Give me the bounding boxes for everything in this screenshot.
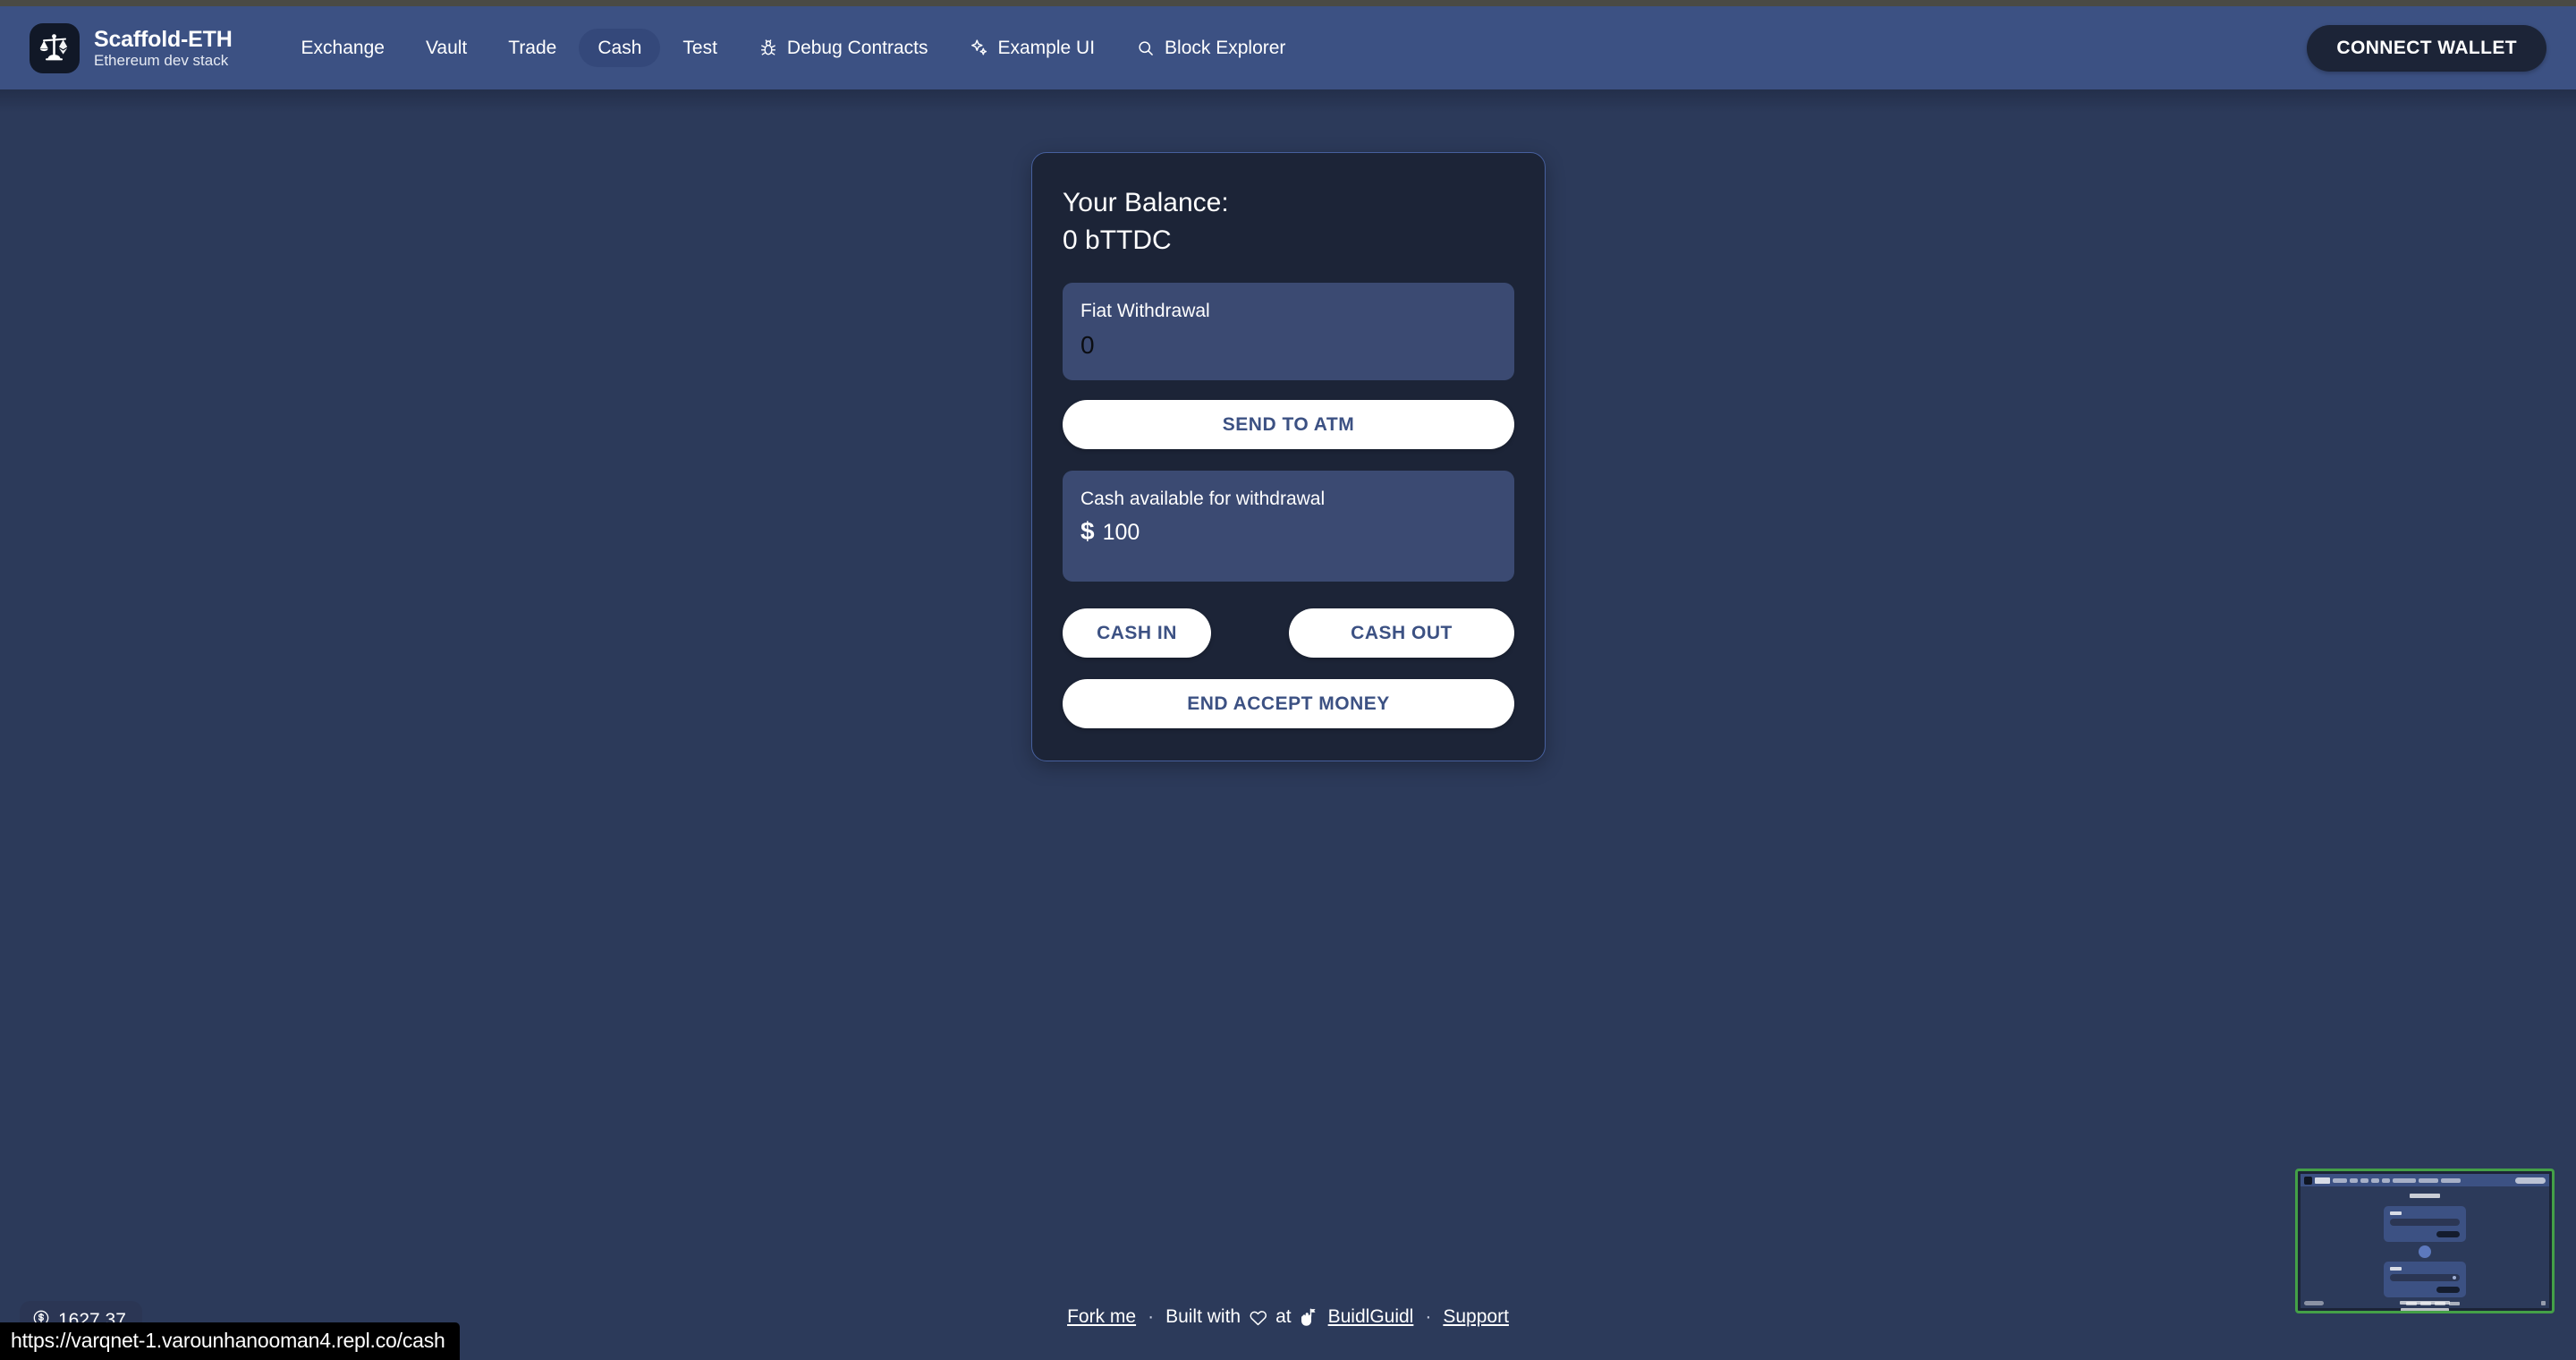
nav-item-exchange[interactable]: Exchange — [283, 29, 403, 67]
thumbnail-nav-item — [2333, 1177, 2347, 1183]
thumbnail-nav-item — [2371, 1177, 2379, 1183]
thumbnail-footer — [2301, 1298, 2549, 1308]
thumbnail-logo-icon — [2304, 1176, 2312, 1185]
nav-label: Trade — [508, 38, 557, 58]
support-link[interactable]: Support — [1443, 1306, 1509, 1328]
nav-label: Test — [682, 38, 717, 58]
nav-item-vault[interactable]: Vault — [407, 29, 486, 67]
thumbnail-content — [2301, 1174, 2549, 1311]
thumbnail-panel-button — [2436, 1231, 2460, 1237]
brand-subtitle: Ethereum dev stack — [94, 51, 229, 69]
cash-available-field: Cash available for withdrawal $ 100 — [1063, 470, 1514, 582]
at-label: at — [1275, 1306, 1292, 1327]
thumbnail-nav-item — [2350, 1177, 2358, 1183]
nav-item-trade[interactable]: Trade — [489, 29, 575, 67]
nav-item-test[interactable]: Test — [664, 29, 736, 67]
thumbnail-body — [2301, 1186, 2549, 1311]
scale-ethereum-logo-icon — [30, 22, 80, 73]
nav-item-debug-contracts[interactable]: Debug Contracts — [740, 29, 947, 68]
bug-icon — [758, 38, 778, 58]
thumbnail-footer-link — [2448, 1301, 2460, 1305]
thumbnail-nav-item — [2419, 1177, 2438, 1183]
thumbnail-footer-link — [2419, 1301, 2431, 1305]
nav-label: Debug Contracts — [786, 38, 928, 58]
thumbnail-panel-button — [2436, 1287, 2460, 1293]
thumbnail-footer-link — [2434, 1301, 2445, 1305]
send-to-atm-button[interactable]: SEND TO ATM — [1063, 399, 1514, 449]
cash-card: Your Balance: 0 bTTDC Fiat Withdrawal SE… — [1031, 152, 1546, 762]
nav-label: Example UI — [997, 38, 1096, 58]
connect-wallet-button[interactable]: CONNECT WALLET — [2307, 24, 2546, 72]
nav-label: Block Explorer — [1165, 38, 1286, 58]
browser-status-url: https://varqnet-1.varounhanooman4.repl.c… — [0, 1322, 460, 1360]
nav-item-cash[interactable]: Cash — [579, 29, 661, 67]
buidlguidl-hand-icon — [1300, 1308, 1317, 1327]
nav-item-block-explorer[interactable]: Block Explorer — [1117, 29, 1304, 68]
thumbnail-panel-from — [2384, 1206, 2466, 1242]
sparkles-icon — [970, 38, 989, 58]
thumbnail-panel-label — [2390, 1211, 2402, 1215]
thumbnail-balance-line — [2401, 1308, 2449, 1311]
cash-available-value: $ 100 — [1080, 517, 1496, 546]
thumbnail-nav-item — [2441, 1177, 2461, 1183]
fiat-withdrawal-field[interactable]: Fiat Withdrawal — [1063, 283, 1514, 380]
fiat-withdrawal-input[interactable] — [1080, 329, 1496, 362]
thumbnail-header — [2301, 1174, 2549, 1186]
nav-label: Exchange — [301, 38, 385, 58]
thumbnail-panel-to — [2384, 1262, 2466, 1297]
search-icon — [1136, 38, 1156, 58]
thumbnail-panel-input — [2390, 1274, 2460, 1281]
built-with-label: Built with — [1165, 1306, 1241, 1327]
thumbnail-panel-input — [2390, 1219, 2460, 1226]
thumbnail-brand — [2315, 1177, 2330, 1184]
balance-label: Your Balance: — [1063, 188, 1229, 217]
cash-available-label: Cash available for withdrawal — [1080, 488, 1326, 509]
balance-value: 0 bTTDC — [1063, 225, 1172, 255]
thumbnail-nav-item — [2382, 1177, 2390, 1183]
page-preview-thumbnail[interactable] — [2295, 1169, 2555, 1313]
thumbnail-footer-icon — [2541, 1301, 2546, 1305]
buidlguidl-link[interactable]: BuidlGuidl — [1328, 1306, 1414, 1328]
nav-item-example-ui[interactable]: Example UI — [951, 29, 1114, 68]
heart-icon — [1249, 1309, 1267, 1326]
footer-separator-2: · — [1425, 1306, 1432, 1327]
currency-symbol: $ — [1080, 517, 1095, 546]
nav-label: Cash — [597, 38, 642, 58]
thumbnail-panel-input-dot — [2453, 1276, 2456, 1279]
footer-separator-1: · — [1148, 1306, 1155, 1327]
thumbnail-connect-wallet — [2515, 1177, 2546, 1184]
thumbnail-nav-item — [2360, 1177, 2368, 1183]
thumbnail-page-title — [2410, 1194, 2440, 1198]
page-content: Your Balance: 0 bTTDC Fiat Withdrawal SE… — [0, 89, 2576, 1360]
end-accept-money-button[interactable]: END ACCEPT MONEY — [1063, 679, 1514, 729]
cash-out-button[interactable]: CASH OUT — [1289, 608, 1514, 659]
fork-me-link[interactable]: Fork me — [1067, 1306, 1136, 1328]
built-with-group: Built with at — [1165, 1306, 1317, 1328]
brand-text: Scaffold-ETH Ethereum dev stack — [94, 27, 233, 69]
cash-available-amount: 100 — [1102, 520, 1140, 546]
nav-label: Vault — [425, 38, 468, 58]
browser-chrome-strip — [0, 0, 2576, 6]
brand-title: Scaffold-ETH — [94, 26, 233, 52]
thumbnail-footer-pill — [2304, 1301, 2324, 1305]
thumbnail-swap-icon — [2419, 1245, 2431, 1258]
thumbnail-nav-item — [2393, 1177, 2416, 1183]
fiat-withdrawal-label: Fiat Withdrawal — [1080, 301, 1210, 322]
thumbnail-footer-link — [2405, 1301, 2417, 1305]
brand-logo-group[interactable]: Scaffold-ETH Ethereum dev stack — [30, 22, 233, 73]
main-nav: Exchange Vault Trade Cash Test Debug Con… — [283, 29, 1305, 68]
top-navigation-bar: Scaffold-ETH Ethereum dev stack Exchange… — [0, 6, 2576, 89]
thumbnail-footer-links — [2405, 1301, 2460, 1305]
cash-in-out-row: CASH IN CASH OUT — [1063, 608, 1514, 659]
thumbnail-panel-label — [2390, 1267, 2402, 1271]
cash-in-button[interactable]: CASH IN — [1063, 608, 1211, 659]
